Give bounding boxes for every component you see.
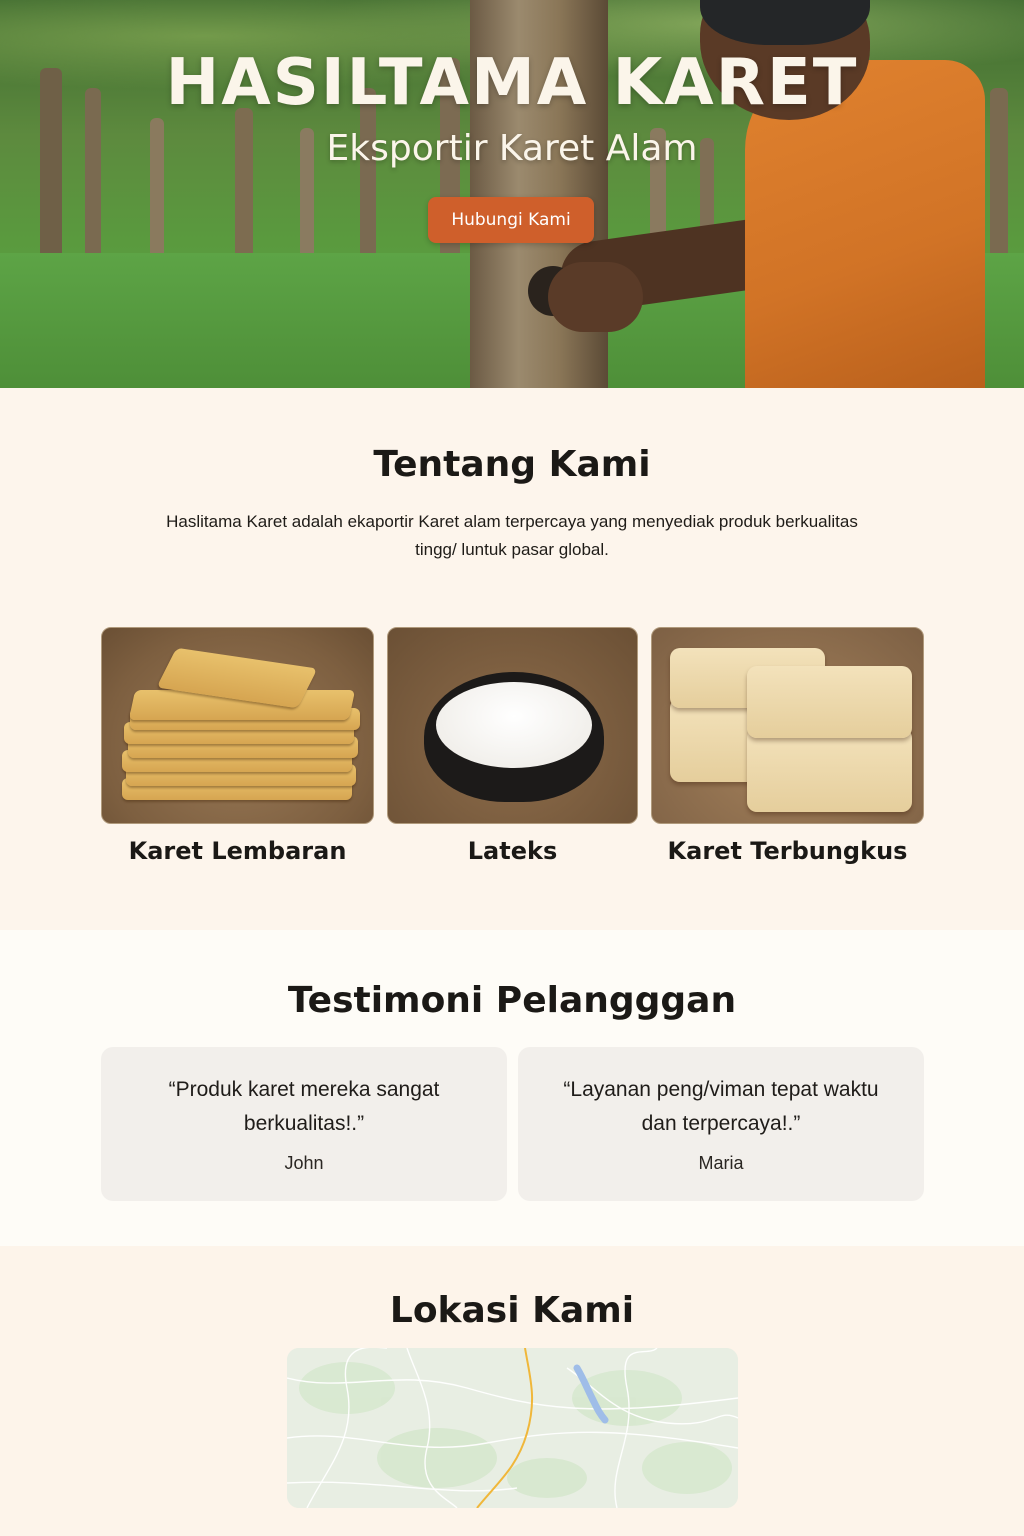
product-label: Karet Terbungkus (667, 837, 908, 865)
testimonial-author: John (284, 1153, 324, 1173)
sheet-rubber-image (101, 627, 374, 824)
testimonials-title: Testimoni Pelangggan (287, 980, 737, 1021)
location-map[interactable] (287, 1348, 738, 1508)
about-title: Tentang Kami (373, 444, 651, 485)
location-section: Lokasi Kami (0, 1246, 1024, 1536)
location-title: Lokasi Kami (389, 1290, 635, 1331)
contact-us-button[interactable]: Hubungi Kami (428, 197, 594, 243)
latex-image (387, 627, 638, 824)
testimonial-card: “Layanan peng/viman tepat waktu dan terp… (518, 1047, 924, 1201)
hero-banner: HASILTAMA KARET Eksportir Karet Alam Hub… (0, 0, 1024, 388)
testimonial-author: Maria (698, 1153, 744, 1173)
bale-rubber-image (651, 627, 924, 824)
hero-title: HASILTAMA KARET (165, 46, 859, 120)
about-text: Haslitama Karet adalah ekaportir Karet a… (166, 512, 858, 559)
testimonial-quote: “Produk karet mereka sangat berkualitas!… (168, 1078, 440, 1135)
testimonial-card: “Produk karet mereka sangat berkualitas!… (101, 1047, 507, 1201)
testimonials-section: Testimoni Pelangggan “Produk karet merek… (0, 930, 1024, 1246)
about-section: Tentang Kami Haslitama Karet adalah ekap… (0, 388, 1024, 930)
product-label: Karet Lembaran (128, 837, 347, 865)
hero-subtitle: Eksportir Karet Alam (326, 128, 698, 169)
map-graphic (287, 1348, 738, 1508)
testimonial-quote: “Layanan peng/viman tepat waktu dan terp… (563, 1078, 879, 1135)
product-label: Lateks (467, 837, 558, 865)
